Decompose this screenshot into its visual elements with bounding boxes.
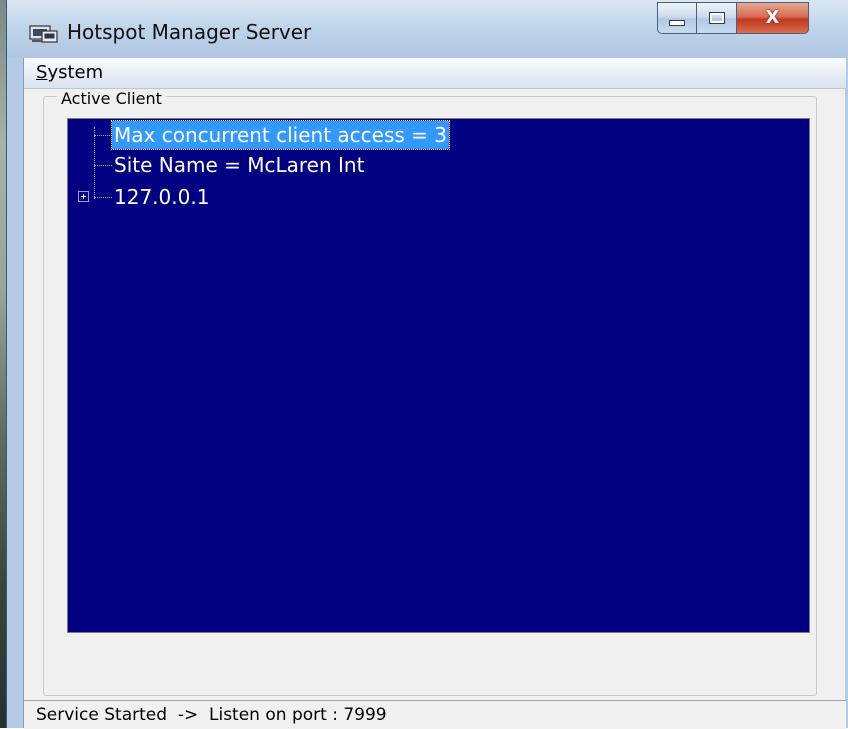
menu-system-label: System <box>36 62 104 83</box>
tree-node[interactable]: 127.0.0.1 <box>68 183 808 211</box>
tree-node-label: Site Name = McLaren Int <box>114 153 365 177</box>
tree-node[interactable]: Max concurrent client access = 3 <box>68 120 808 150</box>
group-label: Active Client <box>57 89 166 108</box>
close-icon: X <box>765 7 780 28</box>
maximize-icon <box>708 12 725 24</box>
minimize-button[interactable] <box>657 2 697 34</box>
server-app-icon <box>29 25 58 43</box>
app-window: Hotspot Manager Server X System Active C… <box>6 0 848 729</box>
expand-plus-icon[interactable] <box>78 191 89 202</box>
close-button[interactable]: X <box>737 2 809 34</box>
tree-node-label: Max concurrent client access = 3 <box>111 120 450 150</box>
title-bar[interactable]: Hotspot Manager Server X <box>7 0 848 58</box>
tree-node-label: 127.0.0.1 <box>114 185 210 209</box>
menu-system[interactable]: System <box>36 62 103 83</box>
maximize-button[interactable] <box>697 2 737 34</box>
client-tree-view[interactable]: Max concurrent client access = 3 Site Na… <box>67 118 810 633</box>
status-bar: Service Started -> Listen on port : 7999 <box>24 700 846 729</box>
window-title: Hotspot Manager Server <box>67 20 312 44</box>
client-area: System Active Client Max concurrent clie… <box>23 58 846 729</box>
minimize-icon <box>669 20 685 26</box>
status-text: Service Started -> Listen on port : 7999 <box>36 705 387 725</box>
tree-node[interactable]: Site Name = McLaren Int <box>68 151 808 179</box>
caption-buttons: X <box>657 2 845 34</box>
menu-bar: System <box>24 58 846 89</box>
